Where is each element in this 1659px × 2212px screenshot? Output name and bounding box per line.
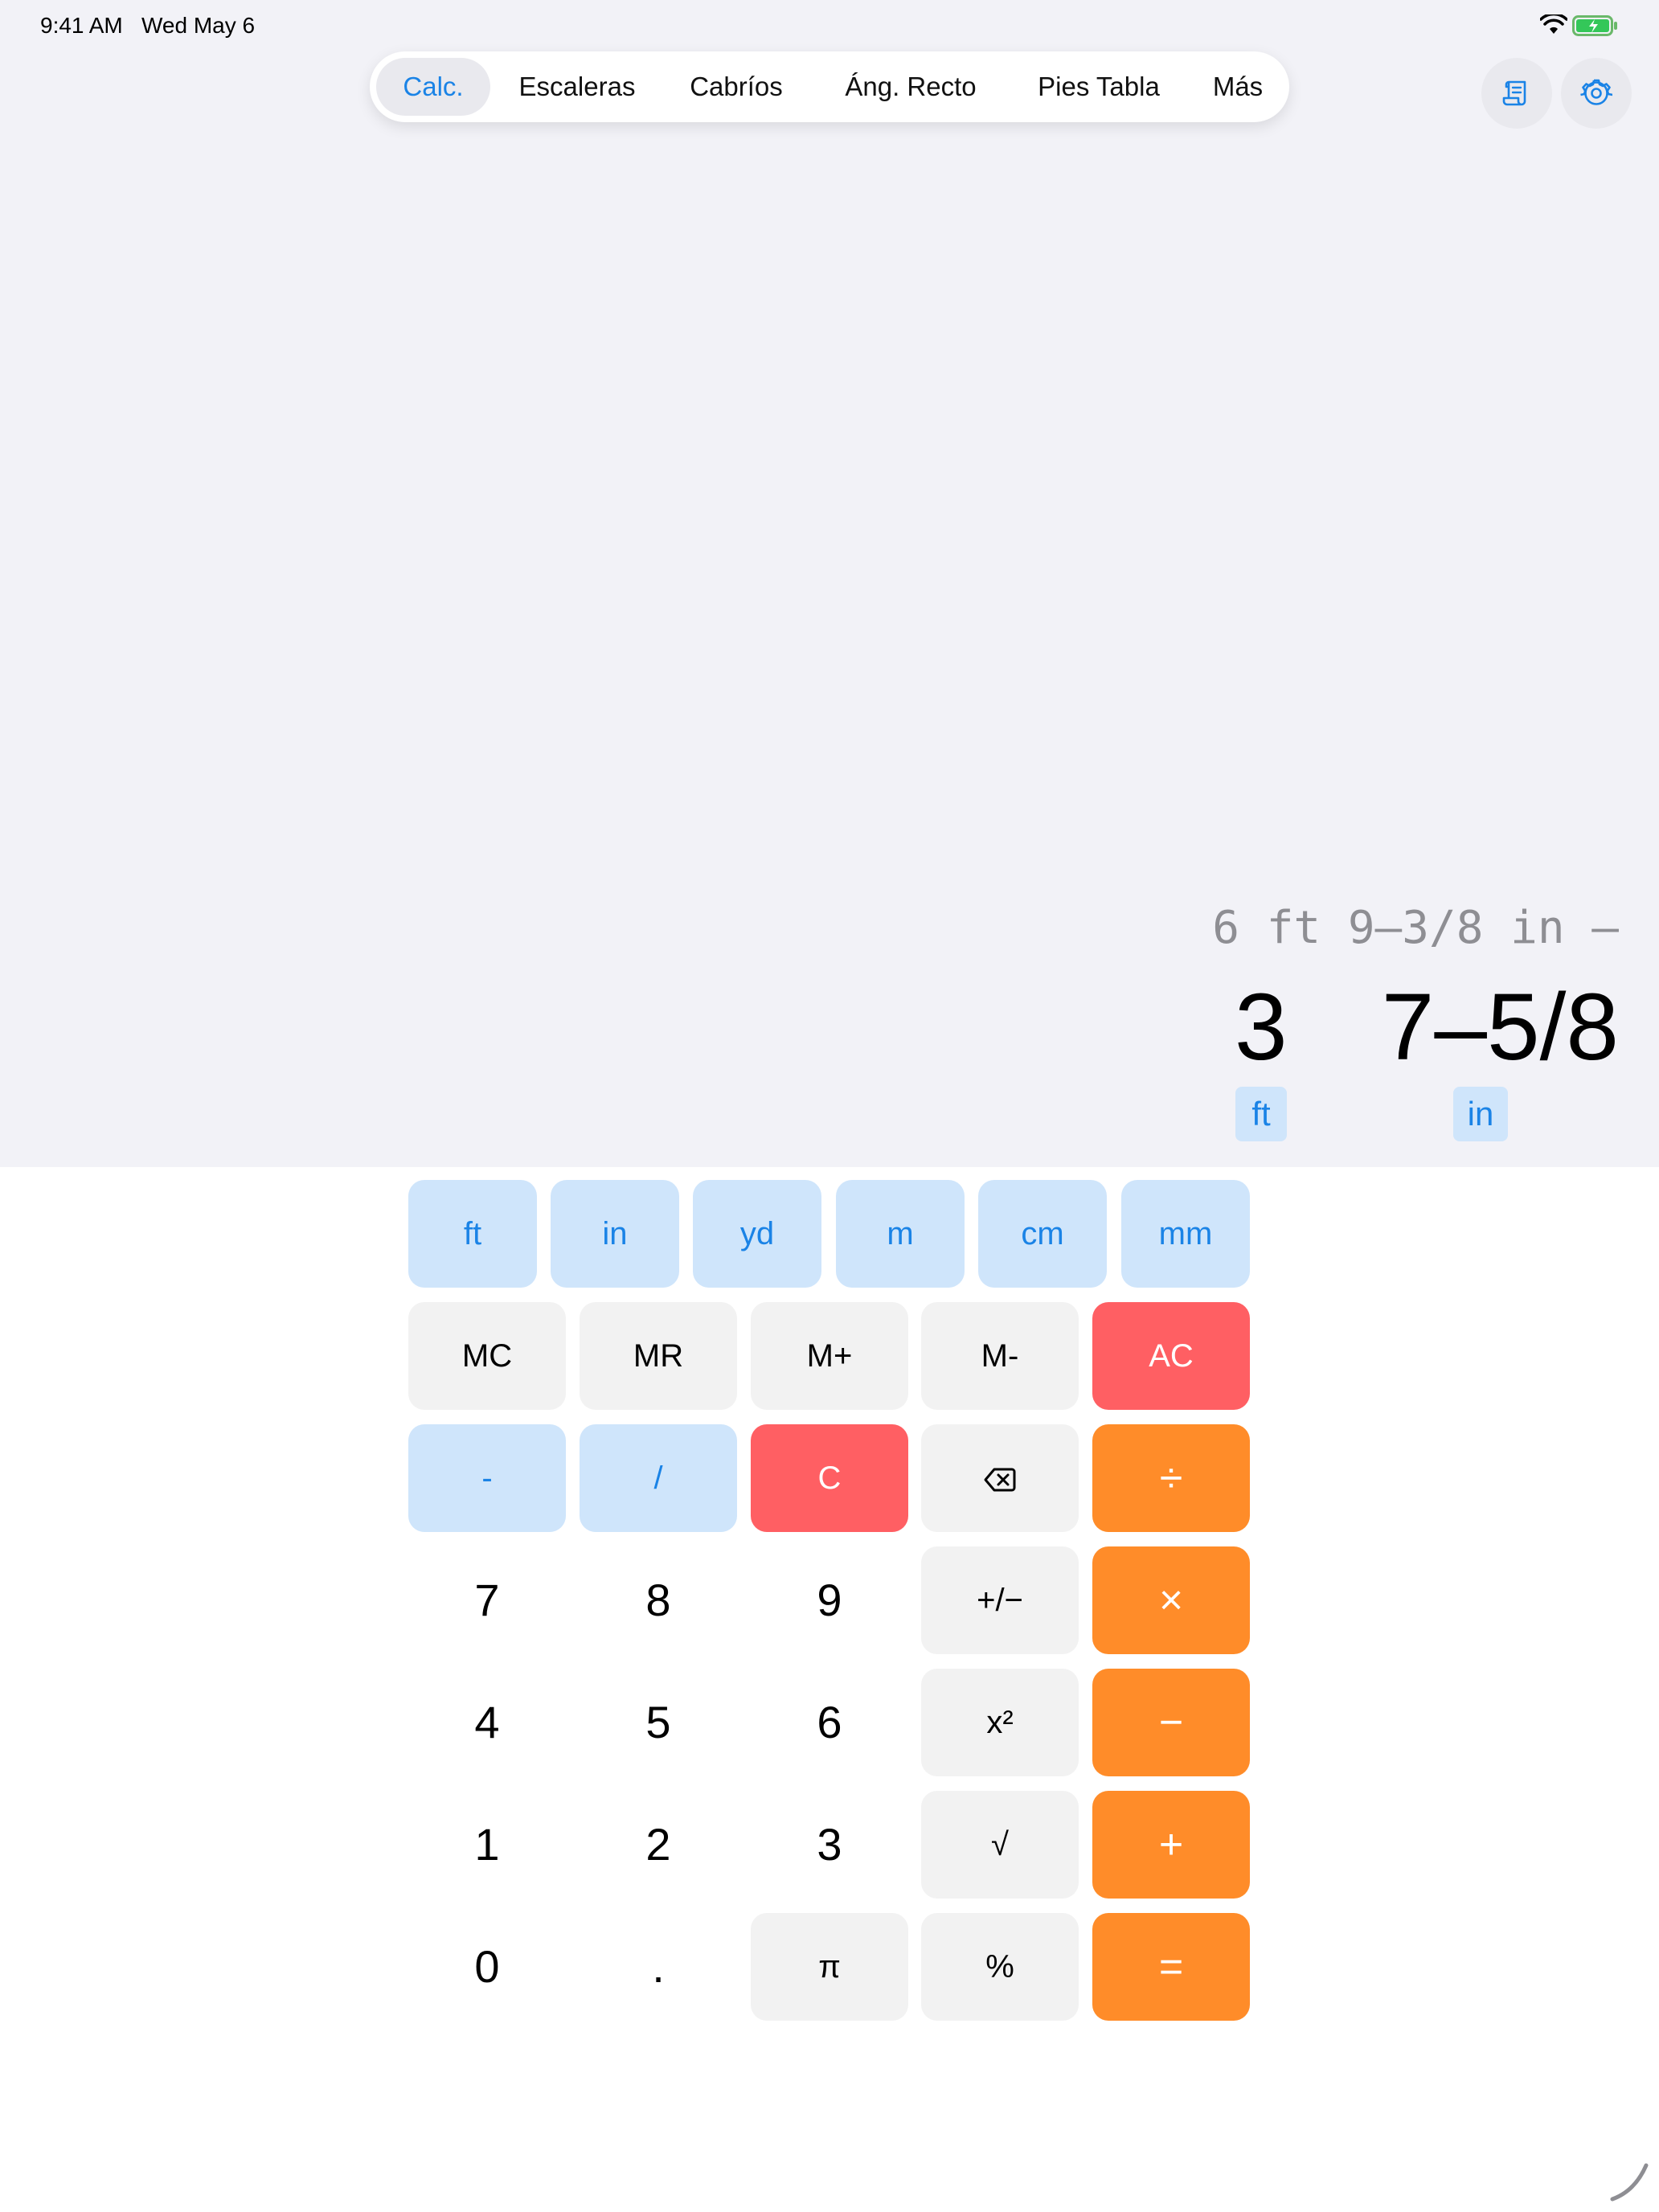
expression-display: 6 ft 9–3/8 in – <box>1212 902 1619 954</box>
all-clear-button[interactable]: AC <box>1092 1302 1250 1410</box>
digit-5-button[interactable]: 5 <box>580 1669 737 1776</box>
square-button[interactable]: x² <box>921 1669 1079 1776</box>
gear-icon <box>1580 79 1612 105</box>
fraction-slash-key[interactable]: / <box>580 1424 737 1532</box>
memory-recall-button[interactable]: MR <box>580 1302 737 1410</box>
unit-mm-key[interactable]: mm <box>1121 1180 1250 1288</box>
battery-charging-icon <box>1572 15 1617 36</box>
multiply-button[interactable]: × <box>1092 1546 1250 1654</box>
tab-cabrios[interactable]: Cabríos <box>664 58 809 116</box>
digit-1-button[interactable]: 1 <box>408 1791 566 1899</box>
unit-ft-key[interactable]: ft <box>408 1180 537 1288</box>
unit-cm-key[interactable]: cm <box>978 1180 1107 1288</box>
home-indicator[interactable] <box>1609 2162 1649 2202</box>
unit-yd-key[interactable]: yd <box>693 1180 821 1288</box>
memory-clear-button[interactable]: MC <box>408 1302 566 1410</box>
scroll-icon <box>1502 80 1526 106</box>
status-bar: 9:41 AM Wed May 6 <box>0 0 1659 51</box>
wifi-icon <box>1540 14 1567 34</box>
digit-6-button[interactable]: 6 <box>751 1669 908 1776</box>
tab-mas[interactable]: Más <box>1193 58 1283 116</box>
tab-ang-recto[interactable]: Áng. Recto <box>817 58 1005 116</box>
segmented-tab-bar: Calc. Escaleras Cabríos Áng. Recto Pies … <box>370 51 1289 122</box>
status-date: Wed May 6 <box>141 13 256 38</box>
status-time: 9:41 AM <box>40 13 123 38</box>
subtract-button[interactable]: − <box>1092 1669 1250 1776</box>
decimal-point-button[interactable]: . <box>580 1913 737 2021</box>
digit-9-button[interactable]: 9 <box>751 1546 908 1654</box>
unit-in-key[interactable]: in <box>551 1180 679 1288</box>
digit-3-button[interactable]: 3 <box>751 1791 908 1899</box>
digit-4-button[interactable]: 4 <box>408 1669 566 1776</box>
digit-0-button[interactable]: 0 <box>408 1913 566 2021</box>
backspace-button[interactable] <box>921 1424 1079 1532</box>
divide-button[interactable]: ÷ <box>1092 1424 1250 1532</box>
tab-pies-tabla[interactable]: Pies Tabla <box>1013 58 1185 116</box>
digit-8-button[interactable]: 8 <box>580 1546 737 1654</box>
unit-m-key[interactable]: m <box>836 1180 965 1288</box>
memory-subtract-button[interactable]: M- <box>921 1302 1079 1410</box>
tab-escaleras[interactable]: Escaleras <box>498 58 656 116</box>
inches-unit-label: in <box>1453 1087 1508 1141</box>
digit-2-button[interactable]: 2 <box>580 1791 737 1899</box>
settings-button[interactable] <box>1561 58 1632 129</box>
pi-button[interactable]: π <box>751 1913 908 2021</box>
feet-unit-label: ft <box>1235 1087 1287 1141</box>
memory-add-button[interactable]: M+ <box>751 1302 908 1410</box>
percent-button[interactable]: % <box>921 1913 1079 2021</box>
equals-button[interactable]: = <box>1092 1913 1250 2021</box>
delete-backward-icon <box>984 1468 1016 1492</box>
history-button[interactable] <box>1481 58 1552 129</box>
tab-calc[interactable]: Calc. <box>376 58 490 116</box>
digit-7-button[interactable]: 7 <box>408 1546 566 1654</box>
clear-button[interactable]: C <box>751 1424 908 1532</box>
dash-key[interactable]: - <box>408 1424 566 1532</box>
add-button[interactable]: + <box>1092 1791 1250 1899</box>
result-feet: 3 <box>1235 974 1288 1080</box>
result-inches: 7–5/8 <box>1381 974 1619 1080</box>
plus-minus-button[interactable]: +/− <box>921 1546 1079 1654</box>
square-root-button[interactable]: √ <box>921 1791 1079 1899</box>
